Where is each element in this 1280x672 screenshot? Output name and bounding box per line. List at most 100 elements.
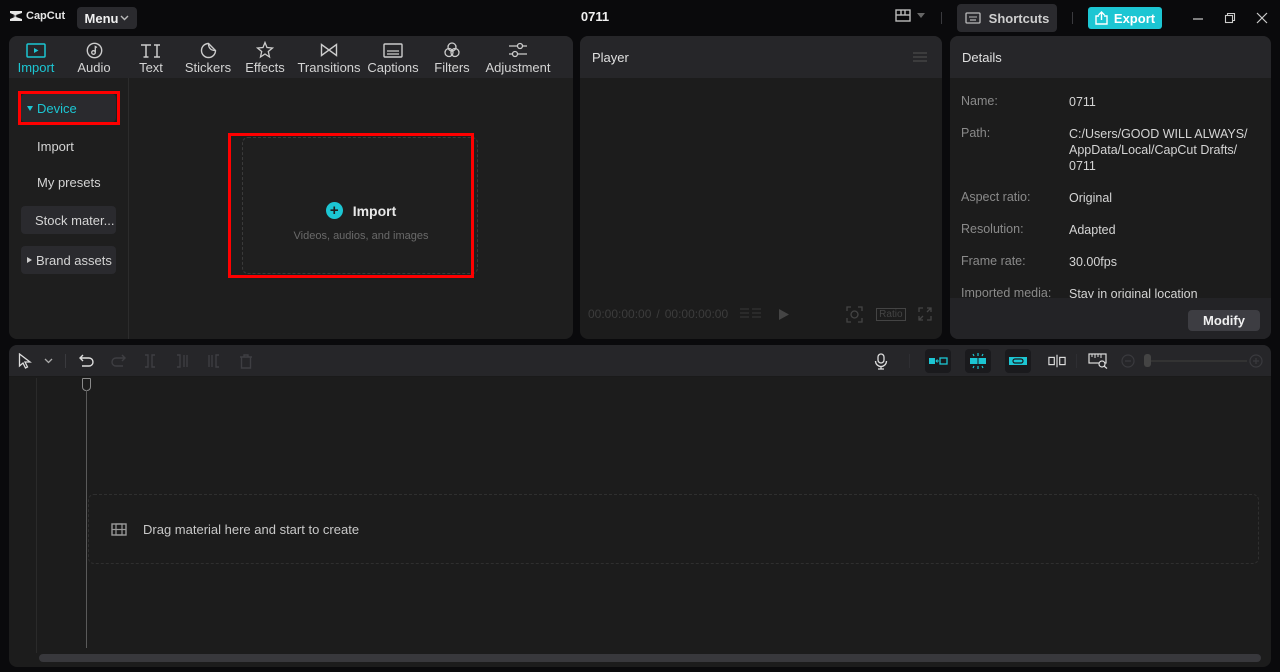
player-title: Player [592, 50, 629, 65]
detail-value: C:/Users/GOOD WILL ALWAYS/ AppData/Local… [1069, 127, 1248, 173]
record-audio-button[interactable] [872, 352, 890, 370]
sidebar-item-stock-material[interactable]: Stock mater... [21, 206, 116, 234]
main-track-magnet-toggle[interactable] [925, 349, 951, 373]
sidebar-item-my-presets[interactable]: My presets [21, 168, 116, 196]
playhead[interactable] [86, 390, 87, 648]
ratio-button[interactable]: Ratio [876, 307, 906, 321]
audio-icon [86, 42, 102, 58]
tab-audio[interactable]: Audio [75, 40, 113, 76]
menu-button[interactable]: Menu [77, 7, 137, 29]
link-icon [1009, 357, 1027, 365]
delete-left-button[interactable] [173, 352, 191, 370]
horizontal-scrollbar[interactable] [39, 654, 1261, 662]
divider [909, 354, 910, 368]
tab-adjustment[interactable]: Adjustment [483, 40, 553, 76]
preview-axis-button[interactable] [1048, 352, 1066, 370]
divider [1076, 354, 1077, 368]
minimize-icon [1193, 18, 1203, 20]
detail-label: Path: [961, 126, 991, 140]
captions-icon [383, 42, 403, 58]
tab-label: Adjustment [485, 60, 551, 75]
tab-text[interactable]: Text [137, 40, 165, 76]
redo-button[interactable] [109, 352, 127, 370]
microphone-icon [874, 352, 888, 370]
detail-row-path: Path: C:/Users/GOOD WILL ALWAYS/ AppData… [961, 126, 1261, 174]
linkage-toggle[interactable] [1005, 349, 1031, 373]
close-icon [1256, 12, 1268, 24]
sidebar-label: My presets [37, 174, 101, 190]
tab-label: Filters [434, 60, 470, 75]
detail-row-frame-rate: Frame rate: 30.00fps [961, 254, 1261, 270]
tab-label: Captions [367, 60, 419, 75]
fullscreen-icon[interactable] [917, 307, 932, 321]
zoom-in-icon [1249, 354, 1263, 368]
play-icon[interactable] [778, 308, 790, 321]
tab-stickers[interactable]: Stickers [184, 40, 232, 76]
tab-filters[interactable]: Filters [432, 40, 472, 76]
zoom-slider-track[interactable] [1149, 360, 1247, 362]
maximize-button[interactable] [1222, 10, 1238, 26]
auto-snapping-toggle[interactable] [965, 349, 991, 373]
export-label: Export [1113, 10, 1156, 26]
transitions-icon [320, 43, 338, 57]
zoom-to-fit-button[interactable] [1088, 352, 1108, 370]
minimize-button[interactable] [1190, 10, 1206, 26]
tab-captions[interactable]: Captions [366, 40, 420, 76]
select-tool-button[interactable] [16, 352, 34, 370]
zoom-slider-handle[interactable] [1144, 354, 1151, 367]
sidebar-item-import[interactable]: Import [21, 132, 116, 160]
player-header: Player [580, 36, 942, 78]
document-title: 0711 [580, 9, 610, 24]
detail-row-aspect-ratio: Aspect ratio: Original [961, 190, 1261, 206]
highlight-device [18, 91, 120, 125]
delete-right-button[interactable] [205, 352, 223, 370]
tab-transitions[interactable]: Transitions [297, 40, 361, 76]
shortcuts-button[interactable]: Shortcuts [957, 4, 1057, 32]
undo-button[interactable] [77, 352, 95, 370]
tab-effects[interactable]: Effects [244, 40, 286, 76]
modify-button[interactable]: Modify [1188, 310, 1260, 331]
caret-down-icon [917, 13, 925, 18]
capcut-logo: CapCut [9, 10, 65, 22]
details-panel: Details Name: 0711 Path: C:/Users/GOOD W… [950, 36, 1271, 339]
sidebar-item-brand-assets[interactable]: Brand assets [21, 246, 116, 274]
adjustment-icon [509, 42, 527, 58]
detail-label: Aspect ratio: [961, 190, 1031, 204]
detail-value: Adapted [1069, 223, 1116, 237]
track-header-column [9, 378, 37, 653]
menu-label: Menu [84, 10, 119, 26]
title-bar: CapCut Menu 0711 Shortcuts Export [0, 0, 1280, 36]
export-button[interactable]: Export [1088, 7, 1162, 29]
effects-icon [256, 41, 274, 59]
snap-icon [970, 353, 986, 369]
sidebar-label: Import [37, 138, 74, 154]
tab-label: Transitions [297, 60, 361, 75]
trim-left-icon [177, 354, 188, 368]
player-menu-button[interactable] [913, 52, 927, 62]
details-header: Details [950, 36, 1271, 78]
time-separator: / [656, 307, 660, 321]
select-tool-dropdown[interactable] [39, 352, 57, 370]
film-icon [111, 522, 127, 536]
layout-button[interactable] [895, 9, 925, 22]
zoom-fit-icon[interactable] [846, 305, 863, 323]
tab-import[interactable]: Import [15, 40, 57, 76]
close-button[interactable] [1254, 10, 1270, 26]
drop-hint: Drag material here and start to create [143, 521, 360, 537]
tab-label: Stickers [184, 60, 232, 75]
tab-label: Audio [77, 60, 111, 75]
restore-icon [1224, 12, 1236, 24]
split-icon [145, 354, 155, 368]
zoom-in-button[interactable] [1247, 352, 1265, 370]
zoom-out-button[interactable] [1119, 352, 1137, 370]
split-button[interactable] [141, 352, 159, 370]
logo-text: CapCut [26, 10, 66, 22]
preview-axis-icon [1048, 354, 1066, 368]
detail-row-resolution: Resolution: Adapted [961, 222, 1261, 238]
shortcuts-label: Shortcuts [988, 10, 1050, 26]
highlight-import [228, 133, 474, 278]
delete-button[interactable] [237, 352, 255, 370]
zoom-out-icon [1121, 354, 1135, 368]
timeline-drop-zone[interactable]: Drag material here and start to create [88, 494, 1259, 564]
details-title: Details [962, 50, 1002, 65]
